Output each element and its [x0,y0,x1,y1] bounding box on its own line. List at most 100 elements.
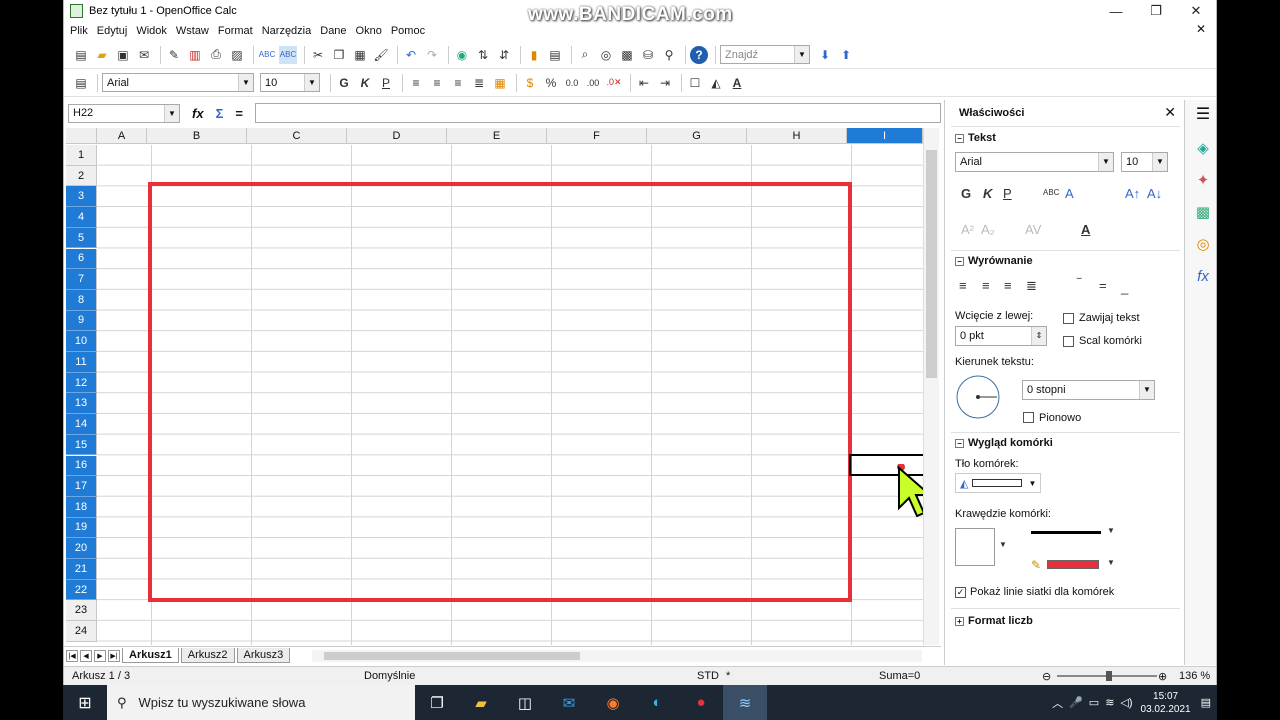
row-header-22[interactable]: 22 [66,579,97,601]
wrap-text-checkbox[interactable] [1063,313,1074,324]
zoom-in-icon[interactable]: ⊕ [1158,670,1167,683]
column-header-i[interactable]: I [847,128,923,144]
sheet-tab-arkusz3[interactable]: Arkusz3 [236,648,291,663]
save-icon[interactable]: ▣ [114,46,132,64]
cell-background-picker[interactable]: ◭ ▼ [955,473,1041,493]
styles-deck-icon[interactable]: ✦ [1192,170,1214,192]
collapse-icon[interactable]: − [955,438,964,448]
sidebar-align-center-icon[interactable]: ≡ [982,278,990,293]
task-view-icon[interactable]: ❐ [415,685,459,720]
find-previous-icon[interactable]: ⬆ [837,46,855,64]
sidebar-font-color-icon[interactable]: A [1081,222,1090,237]
menu-edytuj[interactable]: Edytuj [97,25,128,37]
show-gridlines-checkbox[interactable]: ✓ [955,587,966,598]
font-size-select[interactable]: 10 ▼ [260,73,320,92]
open-folder-icon[interactable]: ▰ [93,46,111,64]
row-header-20[interactable]: 20 [66,538,97,559]
column-header-g[interactable]: G [647,128,747,144]
document-close-icon[interactable]: ✕ [1196,22,1206,36]
row-header-1[interactable]: 1 [66,145,97,166]
datasources-icon[interactable]: ⛁ [639,46,657,64]
network-icon[interactable]: ≋ [1105,696,1114,709]
delete-decimal-icon[interactable]: .0✕ [605,74,623,92]
menu-narzedzia[interactable]: Narzędzia [262,25,312,37]
indent-stepper[interactable]: 0 pkt ⇕ [955,326,1047,346]
sidebar-bold-button[interactable]: G [961,186,971,201]
chevron-down-icon[interactable]: ▼ [1152,153,1167,171]
percent-icon[interactable]: % [542,74,560,92]
sort-ascending-icon[interactable]: ⇅ [474,46,492,64]
close-button[interactable]: ✕ [1176,0,1216,22]
bandicam-record-icon[interactable]: ● [679,685,723,720]
decrease-font-icon[interactable]: A↓ [1147,186,1162,201]
zoom-out-icon[interactable]: ⊖ [1042,670,1051,683]
sidebar-align-left-icon[interactable]: ≡ [959,278,967,293]
hyperlink-icon[interactable]: ◉ [453,46,471,64]
undo-icon[interactable]: ↶ [402,46,420,64]
section-format-liczb[interactable]: + Format liczb [955,615,1033,627]
justify-icon[interactable]: ≣ [470,74,488,92]
vertical-stacked-checkbox[interactable] [1023,412,1034,423]
row-header-3[interactable]: 3 [66,186,97,208]
row-header-14[interactable]: 14 [66,414,97,435]
currency-icon[interactable]: $ [521,74,539,92]
section-tekst[interactable]: − Tekst [955,132,996,144]
strikethrough-icon[interactable]: ABC [1043,188,1059,197]
find-next-icon[interactable]: ⬇ [816,46,834,64]
autospell-icon[interactable]: ABC [279,45,297,64]
stepper-arrows-icon[interactable]: ⇕ [1031,327,1046,345]
chevron-down-icon[interactable]: ▼ [1139,381,1154,399]
increase-indent-icon[interactable]: ⇥ [656,74,674,92]
scrollbar-thumb[interactable] [926,150,937,378]
export-pdf-icon[interactable]: ▥ [186,46,204,64]
row-header-11[interactable]: 11 [66,352,97,373]
openoffice-taskbar-icon[interactable]: ≋ [723,685,767,720]
first-sheet-icon[interactable]: |◀ [66,649,78,662]
previous-sheet-icon[interactable]: ◀ [80,649,92,662]
background-color-icon[interactable]: ◭ [707,74,725,92]
navigator-icon[interactable]: ◎ [597,46,615,64]
sort-descending-icon[interactable]: ⇵ [495,46,513,64]
line-style-preview[interactable] [1031,531,1101,534]
cut-icon[interactable]: ✂ [309,46,327,64]
pivot-table-icon[interactable]: ▤ [546,46,564,64]
mail-icon[interactable]: ✉ [547,685,591,720]
maximize-button[interactable]: ❐ [1136,0,1176,22]
row-header-9[interactable]: 9 [66,310,97,332]
name-box[interactable]: H22 ▼ [68,103,180,123]
row-header-4[interactable]: 4 [66,207,97,228]
rotation-dial-icon[interactable] [955,374,1001,420]
store-icon[interactable]: ◫ [503,685,547,720]
column-header-h[interactable]: H [747,128,847,144]
file-explorer-icon[interactable]: ▰ [459,685,503,720]
menu-widok[interactable]: Widok [136,25,167,37]
properties-deck-icon[interactable]: ◈ [1192,138,1214,160]
menu-dane[interactable]: Dane [320,25,346,37]
navigator-deck-icon[interactable]: ◎ [1192,234,1214,256]
align-left-icon[interactable]: ≡ [407,74,425,92]
collapse-icon[interactable]: − [955,133,964,143]
sidebar-font-select[interactable]: Arial ▼ [955,152,1114,172]
menu-pomoc[interactable]: Pomoc [391,25,425,37]
next-sheet-icon[interactable]: ▶ [94,649,106,662]
row-header-7[interactable]: 7 [66,269,97,290]
menu-format[interactable]: Format [218,25,253,37]
chevron-down-icon[interactable]: ▼ [1028,479,1036,488]
sidebar-align-right-icon[interactable]: ≡ [1004,278,1012,293]
underline-button[interactable]: P [377,74,395,92]
borders-icon[interactable]: ☐ [686,74,704,92]
shadow-icon[interactable]: A [1065,186,1074,201]
chevron-down-icon[interactable]: ▼ [1107,558,1115,567]
row-header-19[interactable]: 19 [66,517,97,539]
chevron-down-icon[interactable]: ▼ [238,74,253,91]
chevron-down-icon[interactable]: ▼ [999,540,1007,549]
minimize-button[interactable]: — [1096,0,1136,22]
gallery-icon[interactable]: ▩ [618,46,636,64]
firefox-icon[interactable]: ◉ [591,685,635,720]
increase-font-icon[interactable]: A↑ [1125,186,1140,201]
insert-mode[interactable]: STD [697,670,719,682]
horizontal-scrollbar[interactable] [312,650,922,662]
row-header-21[interactable]: 21 [66,559,97,580]
row-header-24[interactable]: 24 [66,621,97,642]
row-header-5[interactable]: 5 [66,227,97,249]
